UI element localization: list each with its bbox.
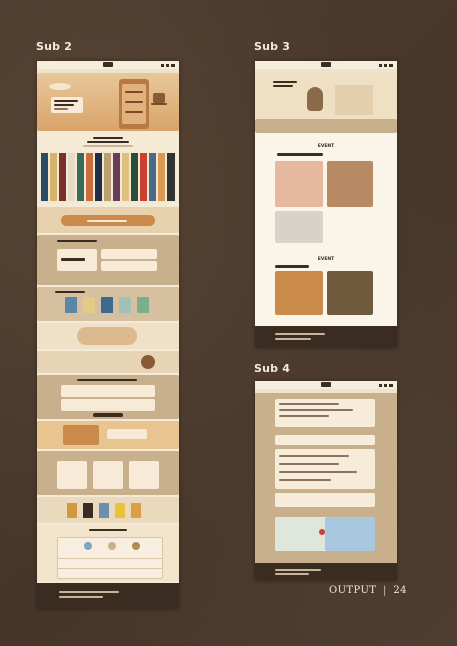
sub2-coffee <box>37 351 179 373</box>
hero-phone <box>119 79 149 129</box>
sub4-row-2 <box>275 493 375 507</box>
sub3-event-1: EVENT <box>255 137 397 247</box>
sub2-bookrow <box>37 497 179 523</box>
sub2-footer <box>37 583 179 609</box>
sub2-tables <box>37 375 179 419</box>
page-footer-mark: OUTPUT | 24 <box>329 585 407 596</box>
section-title <box>93 137 123 139</box>
sub3-screenshot: EVENT EVENT <box>255 61 397 348</box>
nav-icons <box>161 63 175 67</box>
book-grid <box>41 151 175 203</box>
logo <box>103 62 113 67</box>
sub4-faq <box>275 449 375 489</box>
sub3-footer <box>255 326 397 348</box>
page-number: 24 <box>393 585 407 596</box>
sub2-ebooks <box>37 287 179 321</box>
output-word: OUTPUT <box>329 585 377 596</box>
sub4-map <box>275 517 375 551</box>
owl-illustration <box>307 87 323 111</box>
event-heading-2: EVENT <box>317 257 335 262</box>
event-heading-1: EVENT <box>317 144 335 149</box>
sub3-hero <box>255 73 397 133</box>
footer-separator: | <box>382 585 387 596</box>
sub2-hero <box>37 73 179 131</box>
sub3-event-2: EVENT <box>255 251 397 321</box>
sub4-notice-box <box>275 399 375 427</box>
hero-ornament <box>49 83 71 90</box>
label-sub3: Sub 3 <box>254 40 291 53</box>
sub2-screenshot <box>37 61 179 609</box>
sub2-cards <box>37 451 179 495</box>
sub4-footer <box>255 563 397 581</box>
label-sub2: Sub 2 <box>36 40 73 53</box>
sub2-banner-1 <box>37 207 179 233</box>
hero-textbox <box>51 97 83 113</box>
label-sub4: Sub 4 <box>254 362 291 375</box>
sub4-row-1 <box>275 435 375 445</box>
sub4-screenshot <box>255 381 397 581</box>
sub2-pricing <box>37 525 179 581</box>
sub2-illustration <box>37 323 179 349</box>
sub2-stats <box>37 235 179 285</box>
sub2-library <box>37 421 179 449</box>
